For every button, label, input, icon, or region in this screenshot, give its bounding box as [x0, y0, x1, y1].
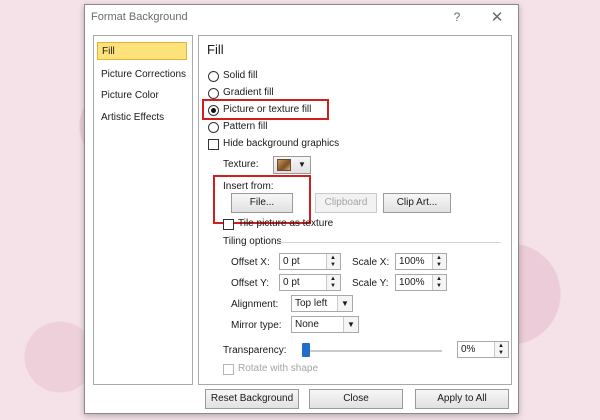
texture-swatch-icon	[277, 159, 291, 171]
scale-y-spinner[interactable]: 100% ▲ ▼	[395, 274, 447, 291]
chevron-down-icon: ▼	[343, 317, 358, 332]
transparency-label: Transparency:	[223, 345, 287, 356]
offset-y-spinner[interactable]: 0 pt ▲ ▼	[279, 274, 341, 291]
format-background-dialog: Format Background ? ✕ Fill Picture Corre…	[84, 4, 519, 414]
tile-checkbox[interactable]	[223, 219, 234, 230]
dialog-title: Format Background	[91, 11, 188, 23]
fill-heading: Fill	[207, 42, 224, 57]
offset-y-label: Offset Y:	[231, 278, 269, 289]
tile-label: Tile picture as texture	[238, 218, 334, 229]
tiling-options-label: Tiling options	[223, 236, 282, 247]
clipboard-button[interactable]: Clipboard	[315, 193, 377, 213]
rotate-with-shape-label: Rotate with shape	[238, 363, 319, 374]
hide-background-checkbox[interactable]	[208, 139, 219, 150]
picture-fill-highlight	[202, 99, 329, 120]
scale-y-label: Scale Y:	[352, 278, 389, 289]
tiling-separator	[279, 242, 501, 243]
transparency-slider-track[interactable]	[302, 350, 442, 352]
fill-panel: Fill Solid fill Gradient fill Picture or…	[198, 35, 512, 385]
nav-item-artistic-effects[interactable]: Artistic Effects	[97, 109, 187, 127]
alignment-value: Top left	[295, 298, 328, 309]
offset-y-value: 0 pt	[283, 277, 300, 288]
close-icon[interactable]: ✕	[487, 8, 507, 26]
mirror-type-value: None	[295, 319, 319, 330]
offset-x-spinner[interactable]: 0 pt ▲ ▼	[279, 253, 341, 270]
pattern-fill-radio[interactable]	[208, 122, 219, 133]
mirror-type-label: Mirror type:	[231, 320, 282, 331]
spin-arrows-icon[interactable]: ▲ ▼	[326, 254, 340, 269]
offset-x-value: 0 pt	[283, 256, 300, 267]
transparency-value: 0%	[461, 344, 476, 355]
alignment-label: Alignment:	[231, 299, 279, 310]
scale-y-value: 100%	[399, 277, 425, 288]
nav-item-picture-corrections[interactable]: Picture Corrections	[97, 66, 187, 84]
help-icon[interactable]: ?	[447, 10, 467, 24]
clip-art-button[interactable]: Clip Art...	[383, 193, 451, 213]
mirror-type-dropdown[interactable]: None ▼	[291, 316, 359, 333]
alignment-dropdown[interactable]: Top left ▼	[291, 295, 353, 312]
scale-x-spinner[interactable]: 100% ▲ ▼	[395, 253, 447, 270]
offset-x-label: Offset X:	[231, 257, 270, 268]
pattern-fill-label: Pattern fill	[223, 121, 268, 132]
solid-fill-label: Solid fill	[223, 70, 258, 81]
transparency-spinner[interactable]: 0% ▲ ▼	[457, 341, 509, 358]
chevron-down-icon: ▼	[337, 296, 352, 311]
reset-background-button[interactable]: Reset Background	[205, 389, 299, 409]
spin-arrows-icon[interactable]: ▲ ▼	[432, 275, 446, 290]
transparency-slider-thumb[interactable]	[302, 343, 310, 357]
title-bar: Format Background ? ✕	[85, 5, 518, 31]
spin-arrows-icon[interactable]: ▲ ▼	[326, 275, 340, 290]
nav-item-picture-color[interactable]: Picture Color	[97, 87, 187, 105]
category-list: Fill Picture Corrections Picture Color A…	[93, 35, 193, 385]
scale-x-label: Scale X:	[352, 257, 390, 268]
gradient-fill-label: Gradient fill	[223, 87, 274, 98]
close-button[interactable]: Close	[309, 389, 403, 409]
gradient-fill-radio[interactable]	[208, 88, 219, 99]
chevron-down-icon: ▼	[298, 160, 306, 169]
apply-to-all-button[interactable]: Apply to All	[415, 389, 509, 409]
solid-fill-radio[interactable]	[208, 71, 219, 82]
nav-item-fill[interactable]: Fill	[97, 42, 187, 60]
hide-background-label: Hide background graphics	[223, 138, 340, 149]
spin-arrows-icon[interactable]: ▲ ▼	[432, 254, 446, 269]
texture-label: Texture:	[223, 159, 259, 170]
scale-x-value: 100%	[399, 256, 425, 267]
texture-dropdown[interactable]: ▼	[273, 156, 311, 174]
insert-from-highlight	[213, 175, 311, 224]
spin-arrows-icon[interactable]: ▲ ▼	[494, 342, 508, 357]
rotate-with-shape-checkbox[interactable]	[223, 364, 234, 375]
